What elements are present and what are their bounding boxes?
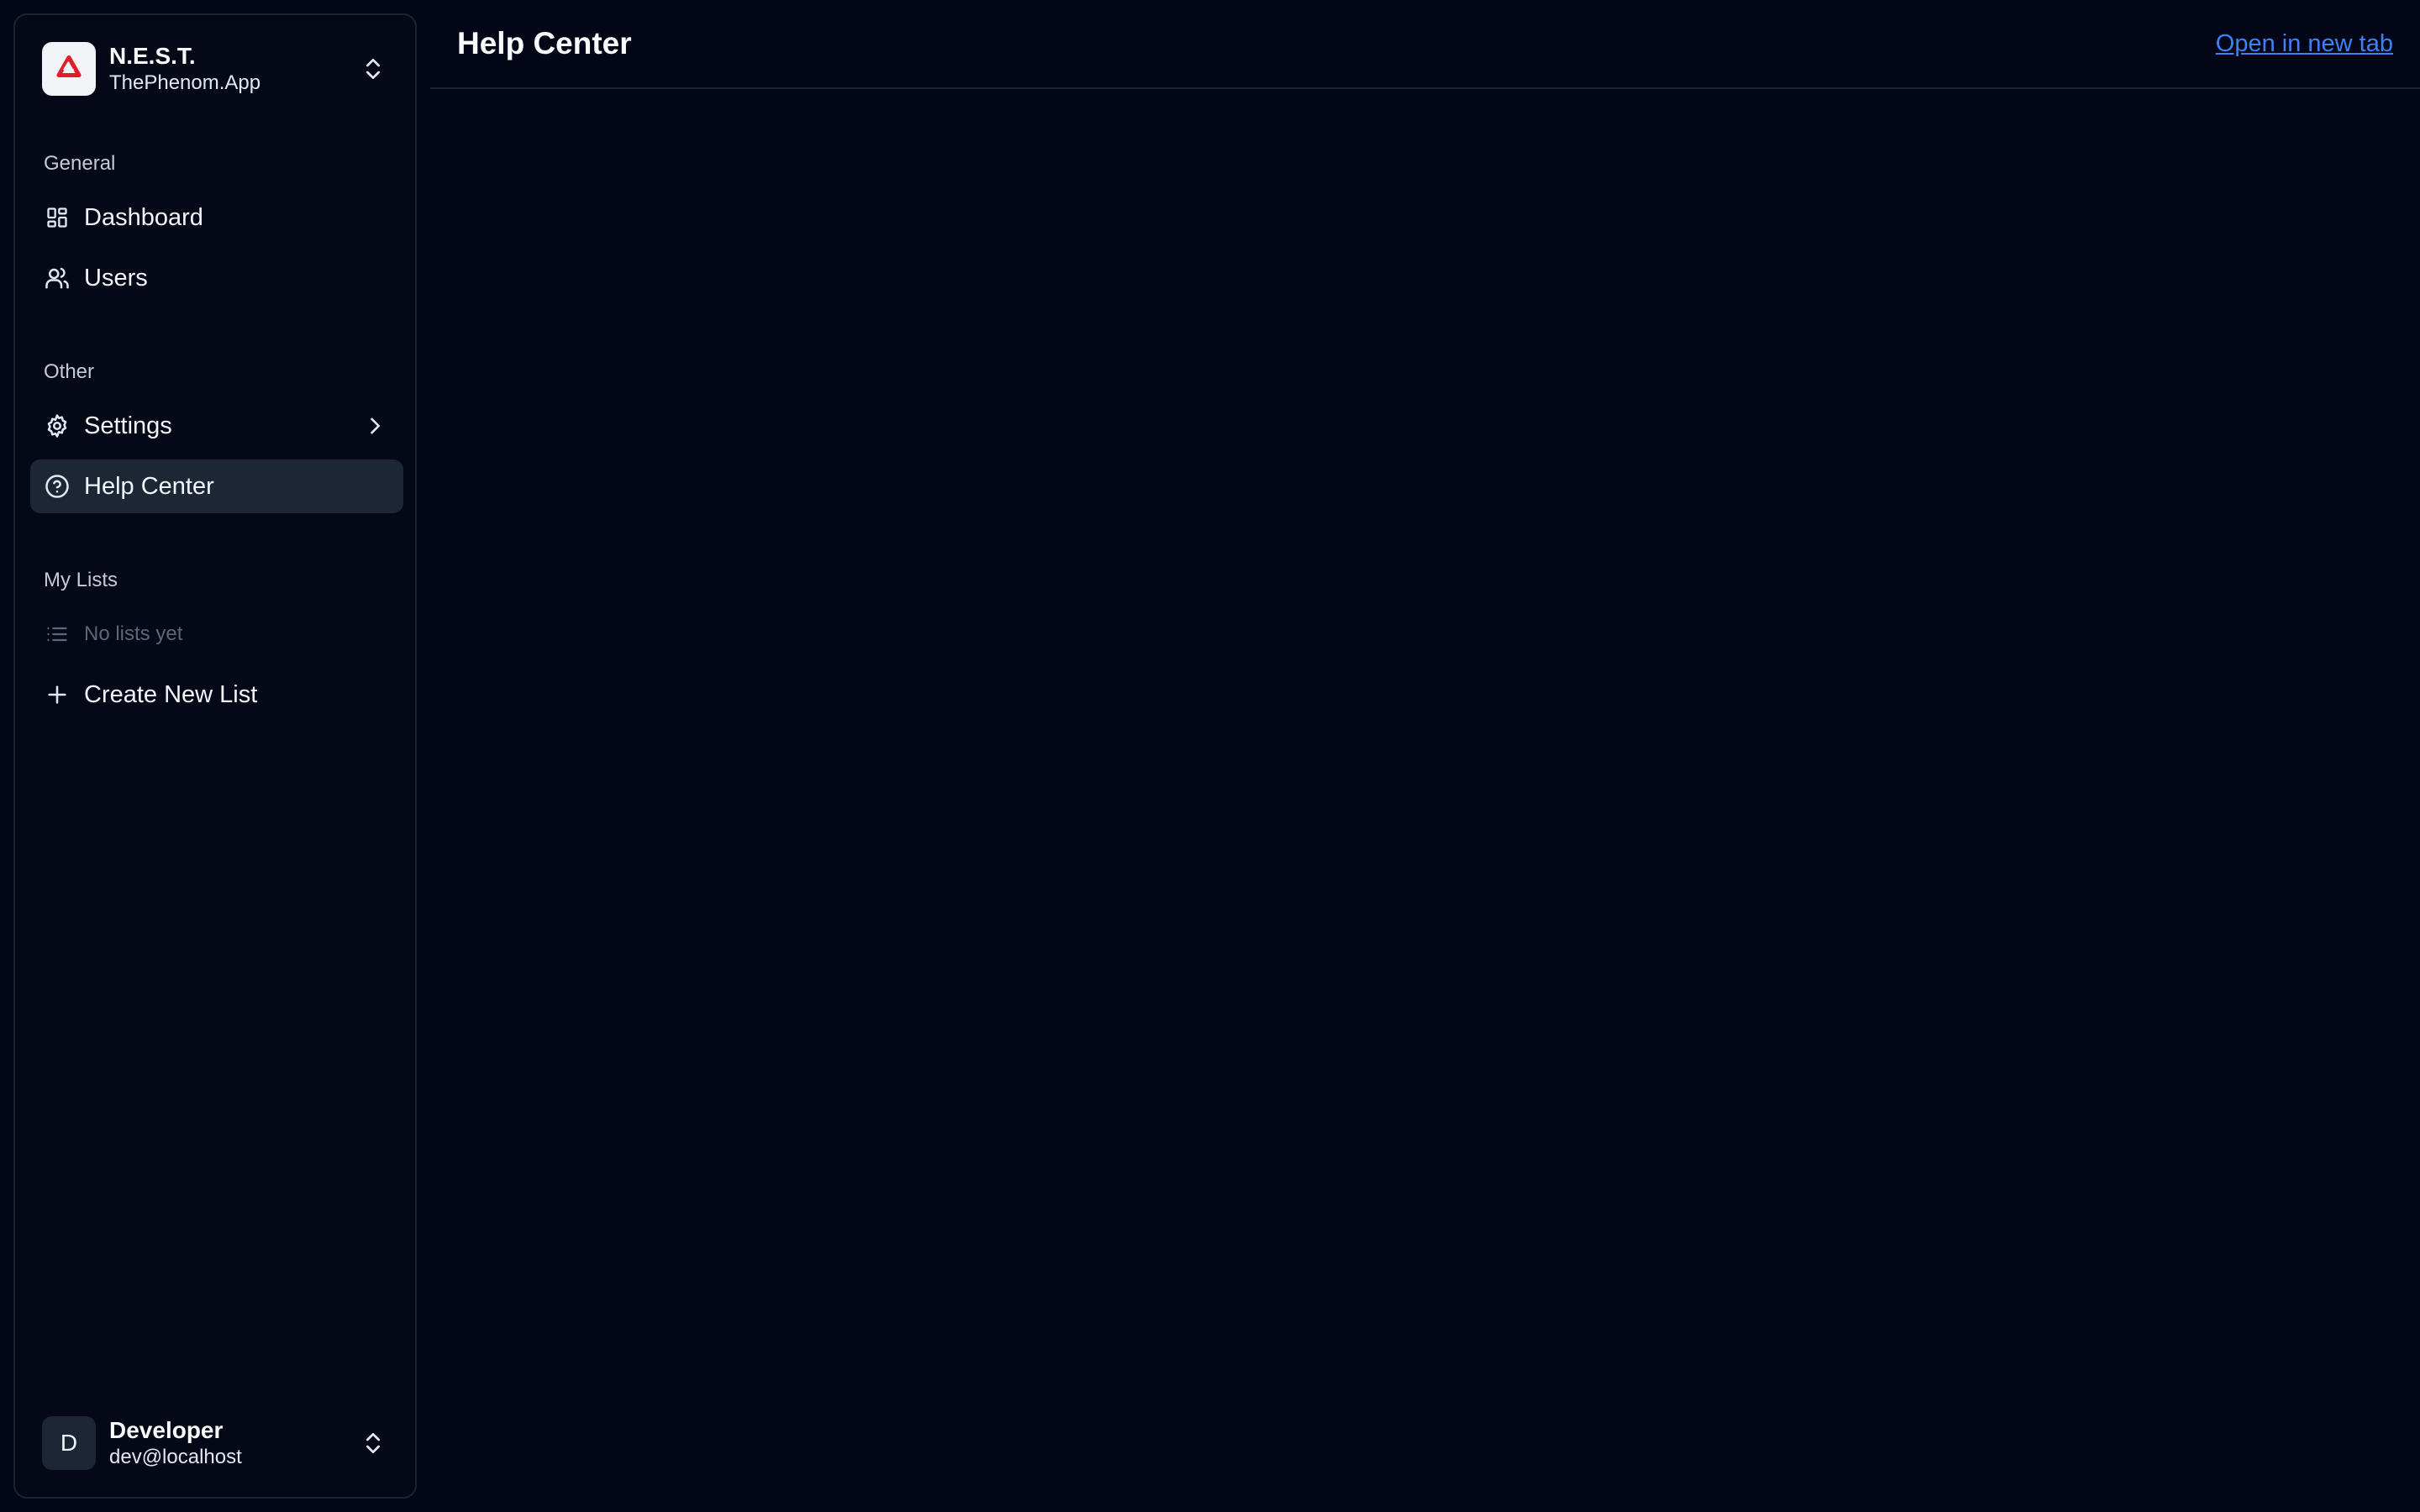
section-label-general: General — [44, 152, 116, 175]
dashboard-icon — [44, 204, 71, 231]
section-label-my-lists: My Lists — [44, 569, 118, 591]
user-menu[interactable]: D Developer dev@localhost — [29, 1403, 403, 1483]
sidebar-item-label: Users — [84, 265, 148, 291]
sidebar-item-users[interactable]: Users — [30, 251, 403, 305]
users-icon — [44, 265, 71, 291]
help-circle-icon — [44, 473, 71, 500]
sidebar-item-label: Create New List — [84, 681, 258, 708]
sidebar-item-no-lists: No lists yet — [30, 607, 403, 661]
page-title: Help Center — [457, 26, 632, 60]
brand-name: N.E.S.T. — [109, 43, 196, 69]
chevrons-up-down-icon — [366, 1433, 380, 1453]
page-header: Help Center Open in new tab — [430, 0, 2420, 89]
open-in-new-tab-link[interactable]: Open in new tab — [2216, 29, 2393, 59]
sidebar-item-dashboard[interactable]: Dashboard — [30, 191, 403, 244]
sidebar-item-label: Settings — [84, 412, 172, 439]
create-new-list-button[interactable]: Create New List — [30, 668, 403, 722]
gear-icon — [44, 412, 71, 439]
sidebar-item-settings[interactable]: Settings — [30, 399, 403, 453]
workspace-switcher[interactable]: N.E.S.T. ThePhenom.App — [29, 29, 403, 109]
sidebar-item-label: No lists yet — [84, 622, 183, 645]
sidebar-item-label: Dashboard — [84, 204, 203, 231]
sidebar: N.E.S.T. ThePhenom.App General Dashboard — [13, 13, 417, 1499]
list-icon — [44, 621, 71, 648]
section-label-other: Other — [44, 360, 95, 383]
avatar: D — [42, 1416, 96, 1470]
brand-logo-icon — [42, 42, 96, 96]
brand-subtitle: ThePhenom.App — [109, 71, 261, 94]
help-center-content — [430, 89, 2420, 1512]
user-email: dev@localhost — [109, 1446, 242, 1468]
app-window: N.E.S.T. ThePhenom.App General Dashboard — [0, 0, 2420, 1512]
chevrons-up-down-icon — [366, 59, 380, 79]
plus-icon — [44, 681, 71, 708]
sidebar-item-help-center[interactable]: Help Center — [30, 459, 403, 513]
chevron-right-icon — [371, 417, 380, 434]
sidebar-item-label: Help Center — [84, 473, 214, 500]
user-name: Developer — [109, 1417, 224, 1443]
